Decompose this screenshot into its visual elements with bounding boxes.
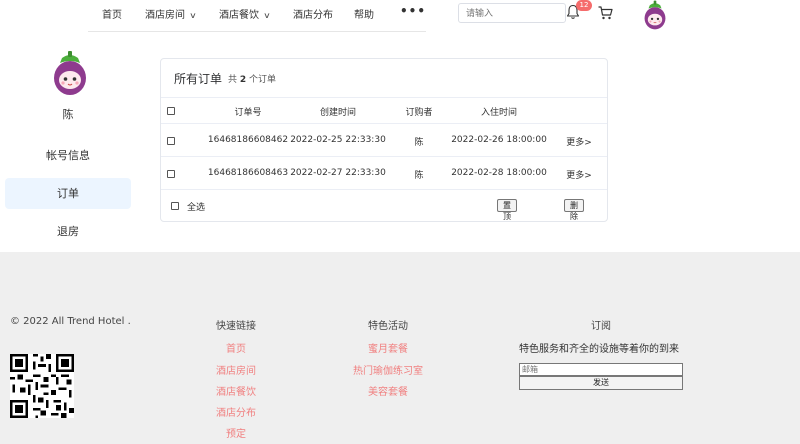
footer-link-honeymoon[interactable]: 蜜月套餐 [338,340,438,355]
subscribe-text: 特色服务和齐全的设施等着你的到来 [519,344,679,355]
orders-count-value: 2 [239,75,247,85]
nav-locations[interactable]: 酒店分布 [293,6,333,21]
delete-button[interactable]: 删除 [564,199,584,221]
divider [161,97,607,98]
select-all-checkbox[interactable] [171,202,179,210]
nav-dining[interactable]: 酒店餐饮 ∨ [219,6,271,21]
footer-link-locations[interactable]: 酒店分布 [206,404,266,419]
orders-title: 所有订单 [174,72,223,86]
search-input[interactable] [458,3,566,23]
quick-links-title: 快速链接 [216,321,256,332]
more-link[interactable]: 更多> [561,168,597,181]
pin-button[interactable]: 置顶 [497,199,517,221]
sidebar-item-orders[interactable]: 订单 [5,178,131,209]
orders-card: 所有订单 共 2 个订单 订单号 创建时间 订购者 入住时间 164681866… [160,58,608,222]
divider [161,189,607,190]
footer-link-booking[interactable]: 预定 [206,425,266,440]
site-footer: © 2022 All Trend Hotel . 快速链接 首页 酒店房间 酒店… [0,252,800,444]
chevron-down-icon: ∨ [189,11,197,20]
subscribe-title: 订阅 [591,321,611,332]
eggplant-avatar-icon[interactable] [640,0,670,30]
column-header-checkin: 入住时间 [480,108,517,118]
select-all-header-checkbox[interactable] [167,107,175,115]
nav-dining-label: 酒店餐饮 [219,10,259,21]
nav-help[interactable]: 帮助 [354,6,374,21]
nav-home[interactable]: 首页 [102,6,122,21]
column-header-created: 创建时间 [319,108,356,118]
created-cell: 2022-02-27 22:33:30 [290,168,386,178]
user-name: 陈 [62,108,74,121]
nav-help-label: 帮助 [354,10,374,21]
chevron-down-icon: ∨ [263,11,271,20]
footer-link-beauty[interactable]: 美容套餐 [338,383,438,398]
footer-link-yoga[interactable]: 热门瑜伽练习室 [338,362,438,377]
column-header-buyer: 订购者 [405,108,433,118]
divider [161,123,607,124]
cart-icon[interactable] [598,6,613,20]
sidebar-item-checkout[interactable]: 退房 [5,216,131,247]
footer-link-rooms[interactable]: 酒店房间 [206,362,266,377]
nav-home-label: 首页 [102,10,122,21]
checkin-cell: 2022-02-28 18:00:00 [451,168,547,178]
qr-code-icon [10,354,74,418]
row-checkbox[interactable] [167,137,175,145]
more-menu-icon[interactable]: ••• [400,4,426,18]
nav-rooms-label: 酒店房间 [145,10,185,21]
activities-title: 特色活动 [368,321,408,332]
top-nav: 首页 酒店房间 ∨ 酒店餐饮 ∨ 酒店分布 帮助 ••• [88,0,426,32]
checkin-cell: 2022-02-26 18:00:00 [451,135,547,145]
orders-count: 共 2 个订单 [228,72,276,85]
notification-badge: 12 [576,0,592,11]
divider [161,156,607,157]
row-checkbox[interactable] [167,170,175,178]
nav-rooms[interactable]: 酒店房间 ∨ [145,6,197,21]
footer-link-home[interactable]: 首页 [206,340,266,355]
email-field[interactable] [519,363,683,376]
footer-link-dining[interactable]: 酒店餐饮 [206,383,266,398]
column-header-order-no: 订单号 [234,108,262,118]
orders-count-prefix: 共 [228,75,238,85]
buyer-cell: 陈 [414,171,424,181]
select-all-label: 全选 [187,203,206,213]
orders-count-suffix: 个订单 [249,75,277,85]
copyright-text: © 2022 All Trend Hotel . [10,316,131,327]
sidebar-item-account[interactable]: 帐号信息 [5,140,131,171]
more-link[interactable]: 更多> [561,135,597,148]
send-button[interactable]: 发送 [519,376,683,390]
user-avatar [54,51,86,95]
nav-locations-label: 酒店分布 [293,10,333,21]
buyer-cell: 陈 [414,138,424,148]
created-cell: 2022-02-25 22:33:30 [290,135,386,145]
